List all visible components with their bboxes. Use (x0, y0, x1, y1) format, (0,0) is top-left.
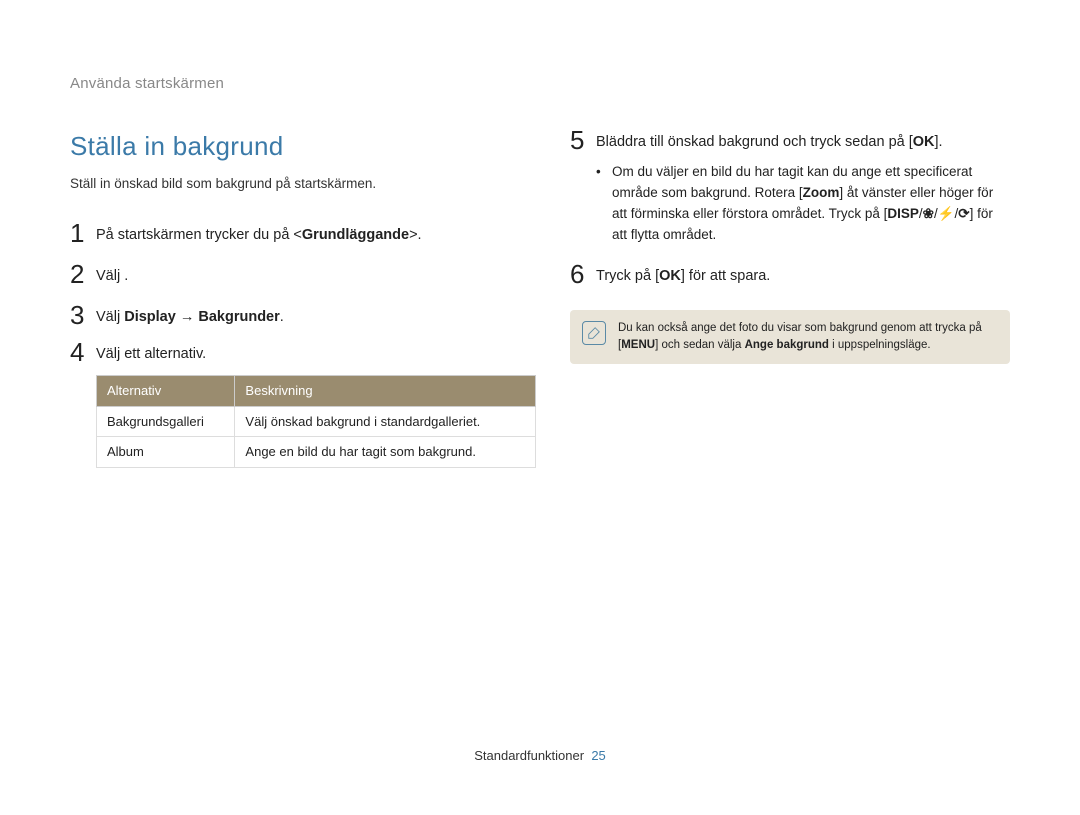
timer-icon: ⟳ (958, 206, 969, 221)
label-grundlaggande: Grundläggande (302, 227, 409, 243)
zoom-label: Zoom (803, 185, 840, 200)
ok-icon: OK (913, 134, 935, 150)
step-text: . (124, 268, 128, 284)
cell-desc: Ange en bild du har tagit som bakgrund. (235, 437, 536, 468)
footer-label: Standardfunktioner (474, 748, 584, 763)
step-number: 5 (570, 127, 596, 153)
note-box: Du kan också ange det foto du visar som … (570, 310, 1010, 363)
bullet-list: Om du väljer en bild du har tagit kan du… (596, 162, 1010, 246)
section-subtitle: Ställ in önskad bild som bakgrund på sta… (70, 174, 510, 194)
label-ange-bakgrund: Ange bakgrund (745, 339, 829, 351)
section-heading: Ställa in bakgrund (70, 127, 510, 166)
step-text: >. (409, 227, 422, 243)
step-number: 2 (70, 261, 96, 287)
step-2: 2 Välj . (70, 261, 510, 288)
step-text: Välj (96, 309, 124, 325)
step-number: 4 (70, 339, 96, 365)
step-text: Välj ett alternativ. (96, 346, 206, 362)
step-3: 3 Välj Display → Bakgrunder. (70, 302, 510, 329)
ok-icon: OK (659, 268, 681, 284)
step-text: . (280, 309, 284, 325)
step-number: 6 (570, 261, 596, 287)
note-text: i uppspelningsläge. (829, 339, 931, 351)
options-table: Alternativ Beskrivning Bakgrundsgalleri … (96, 375, 536, 468)
bullet-item: Om du väljer en bild du har tagit kan du… (596, 162, 1010, 246)
step-text: Bläddra till önskad bakgrund och tryck s… (596, 134, 913, 150)
step-number: 3 (70, 302, 96, 328)
step-4: 4 Välj ett alternativ. (70, 339, 510, 366)
cell-desc: Välj önskad bakgrund i standardgalleriet… (235, 406, 536, 437)
th-beskrivning: Beskrivning (235, 376, 536, 407)
step-5: 5 Bläddra till önskad bakgrund och tryck… (570, 127, 1010, 154)
arrow-icon: → (176, 309, 199, 325)
step-text: ] för att spara. (681, 268, 770, 284)
step-text: Välj (96, 268, 124, 284)
breadcrumb: Använda startskärmen (70, 75, 1010, 92)
th-alternativ: Alternativ (97, 376, 235, 407)
step-number: 1 (70, 220, 96, 246)
page-footer: Standardfunktioner 25 (0, 748, 1080, 763)
cell-option: Album (97, 437, 235, 468)
step-text: ]. (935, 134, 943, 150)
macro-icon: ❀ (923, 206, 934, 221)
cell-option: Bakgrundsgalleri (97, 406, 235, 437)
step-text: På startskärmen trycker du på < (96, 227, 302, 243)
flash-icon: ⚡ (938, 206, 955, 221)
step-text: Tryck på [ (596, 268, 659, 284)
menu-icon: MENU (621, 339, 655, 351)
label-display: Display (124, 309, 176, 325)
step-1: 1 På startskärmen trycker du på <Grundlä… (70, 220, 510, 247)
note-text: ] och sedan välja (655, 339, 745, 351)
disp-icon: DISP (887, 206, 919, 221)
label-bakgrunder: Bakgrunder (198, 309, 279, 325)
table-row: Album Ange en bild du har tagit som bakg… (97, 437, 536, 468)
table-row: Bakgrundsgalleri Välj önskad bakgrund i … (97, 406, 536, 437)
page-number: 25 (591, 748, 605, 763)
note-icon (582, 321, 606, 345)
step-6: 6 Tryck på [OK] för att spara. (570, 261, 1010, 288)
